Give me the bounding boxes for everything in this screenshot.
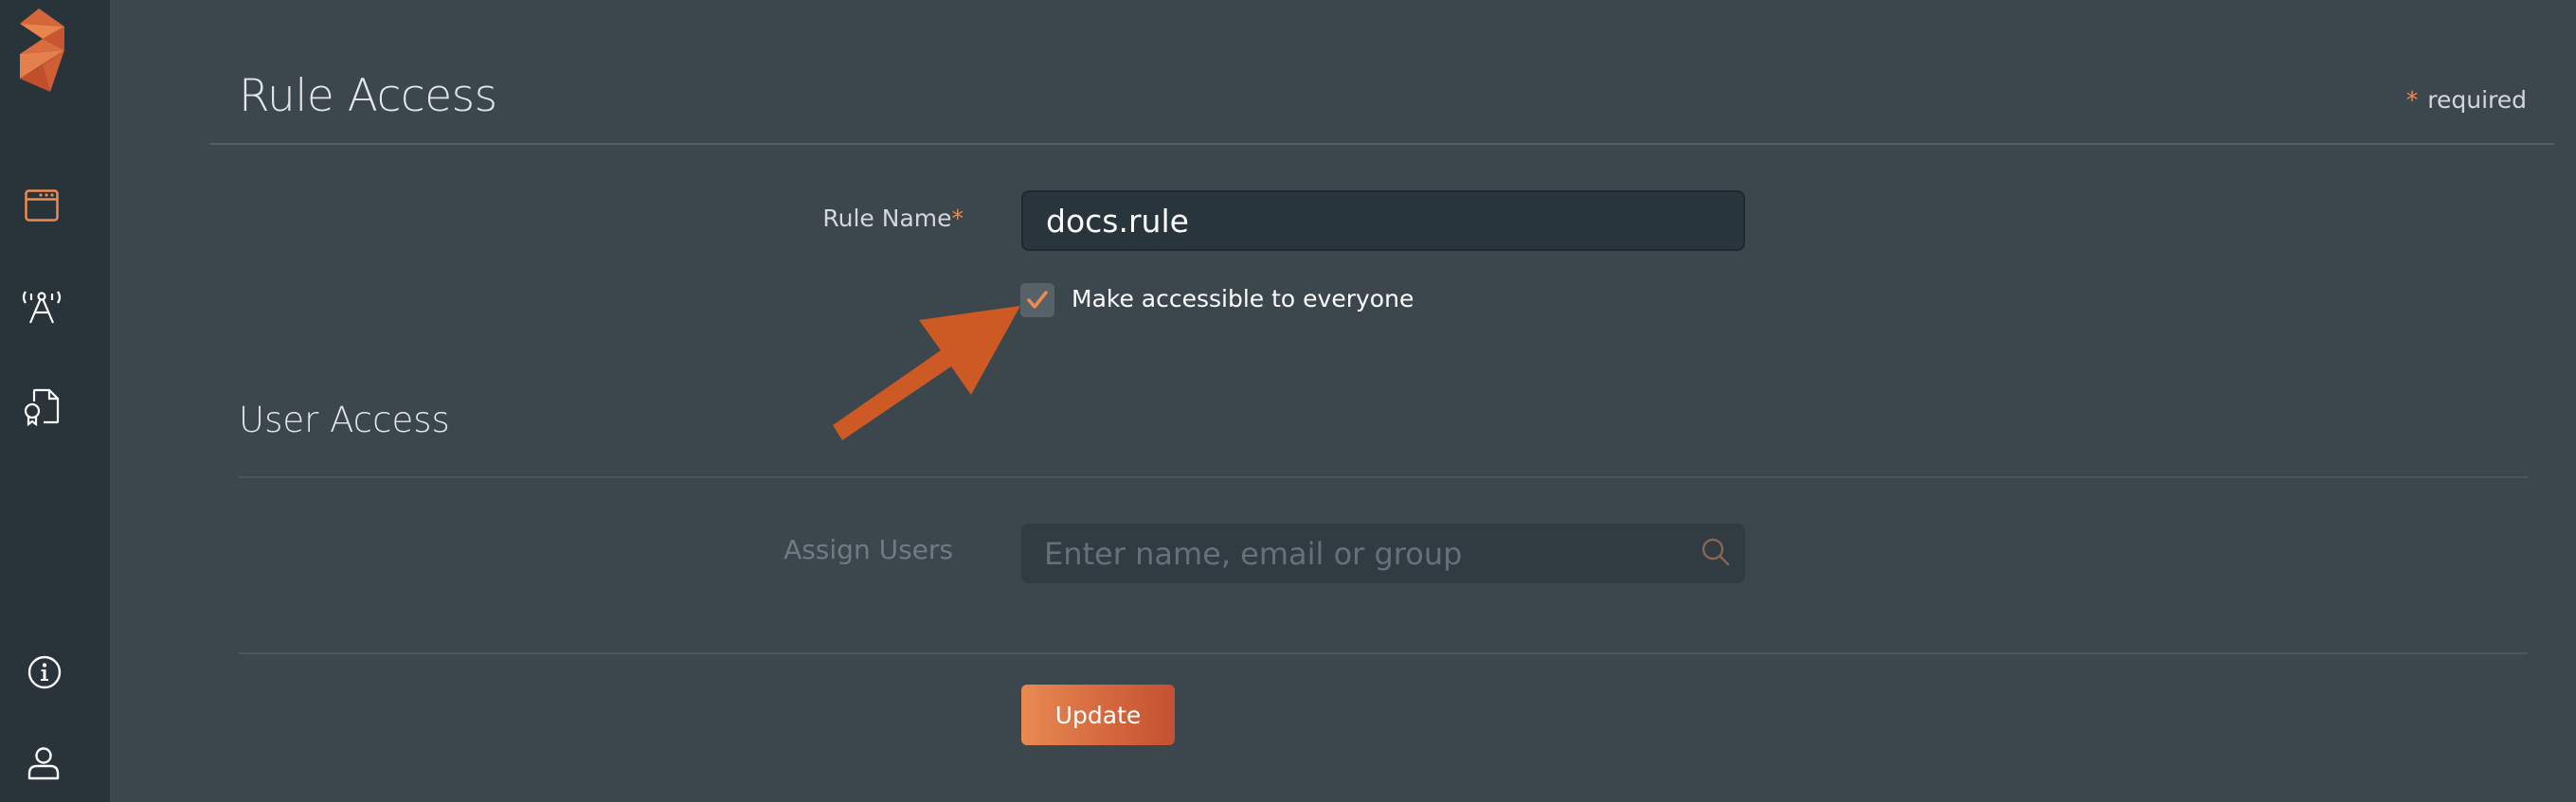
make-accessible-checkbox[interactable] — [1020, 283, 1054, 317]
required-legend: * required — [2406, 86, 2527, 115]
assign-users-label: Assign Users — [784, 534, 953, 565]
antenna-icon[interactable] — [21, 289, 63, 325]
sidebar — [0, 0, 110, 802]
update-button[interactable]: Update — [1021, 685, 1175, 745]
header-divider — [210, 143, 2554, 145]
rule-name-required-marker: * — [951, 205, 964, 232]
checkmark-icon — [1027, 291, 1048, 309]
required-text: required — [2427, 86, 2527, 114]
app-logo[interactable] — [17, 6, 68, 95]
info-icon[interactable] — [27, 655, 62, 689]
search-icon[interactable] — [1700, 536, 1732, 568]
certificate-icon[interactable] — [23, 388, 61, 426]
page-title: Rule Access — [239, 70, 497, 122]
user-icon[interactable] — [27, 746, 61, 782]
actions-divider — [239, 652, 2528, 654]
rule-name-label: Rule Name* — [822, 205, 964, 232]
browser-window-icon[interactable] — [25, 189, 59, 222]
make-accessible-label[interactable]: Make accessible to everyone — [1072, 284, 1414, 314]
rule-name-input[interactable] — [1021, 190, 1745, 251]
required-marker: * — [2405, 86, 2419, 114]
user-access-title: User Access — [239, 400, 450, 440]
user-access-divider — [239, 476, 2528, 478]
assign-users-search-input[interactable] — [1021, 524, 1745, 583]
